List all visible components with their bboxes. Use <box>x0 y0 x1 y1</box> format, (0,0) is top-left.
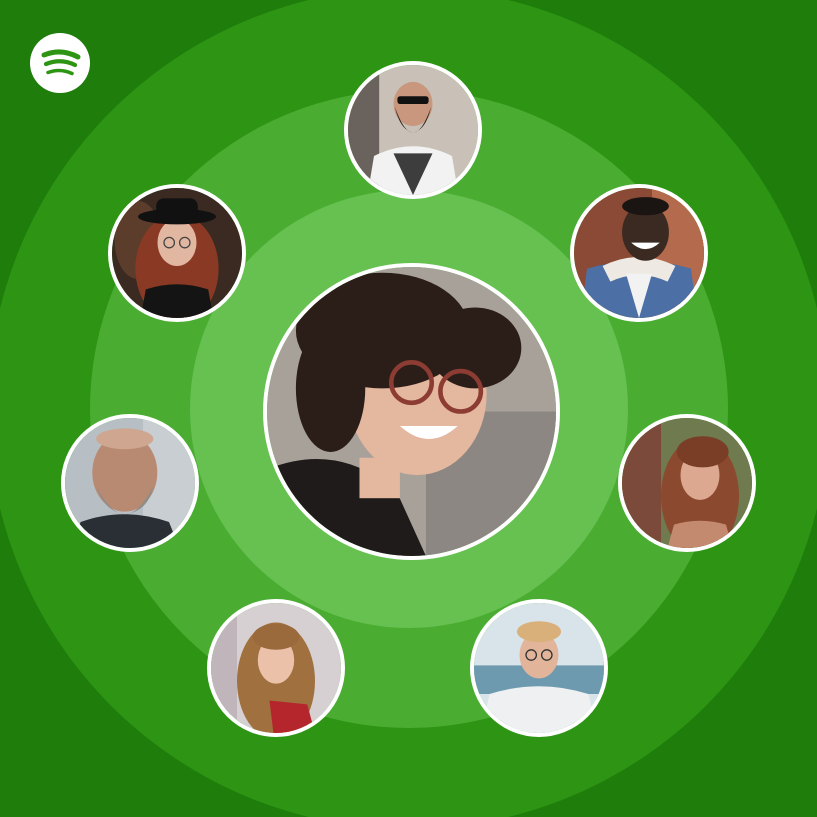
avatar-top-bearded-man[interactable] <box>344 61 482 199</box>
avatar-center-woman-glasses[interactable] <box>263 263 560 560</box>
app-canvas <box>0 0 817 817</box>
avatar-lower-left-girl-long-hair[interactable] <box>207 599 345 737</box>
spotify-logo-icon[interactable] <box>30 33 90 93</box>
avatar-upper-right-man-denim[interactable] <box>570 184 708 322</box>
avatar-lower-right-boy-glasses[interactable] <box>470 599 608 737</box>
avatar-right-woman-long-hair[interactable] <box>618 414 756 552</box>
avatar-upper-left-woman-hat[interactable] <box>108 184 246 322</box>
avatar-left-older-man[interactable] <box>61 414 199 552</box>
